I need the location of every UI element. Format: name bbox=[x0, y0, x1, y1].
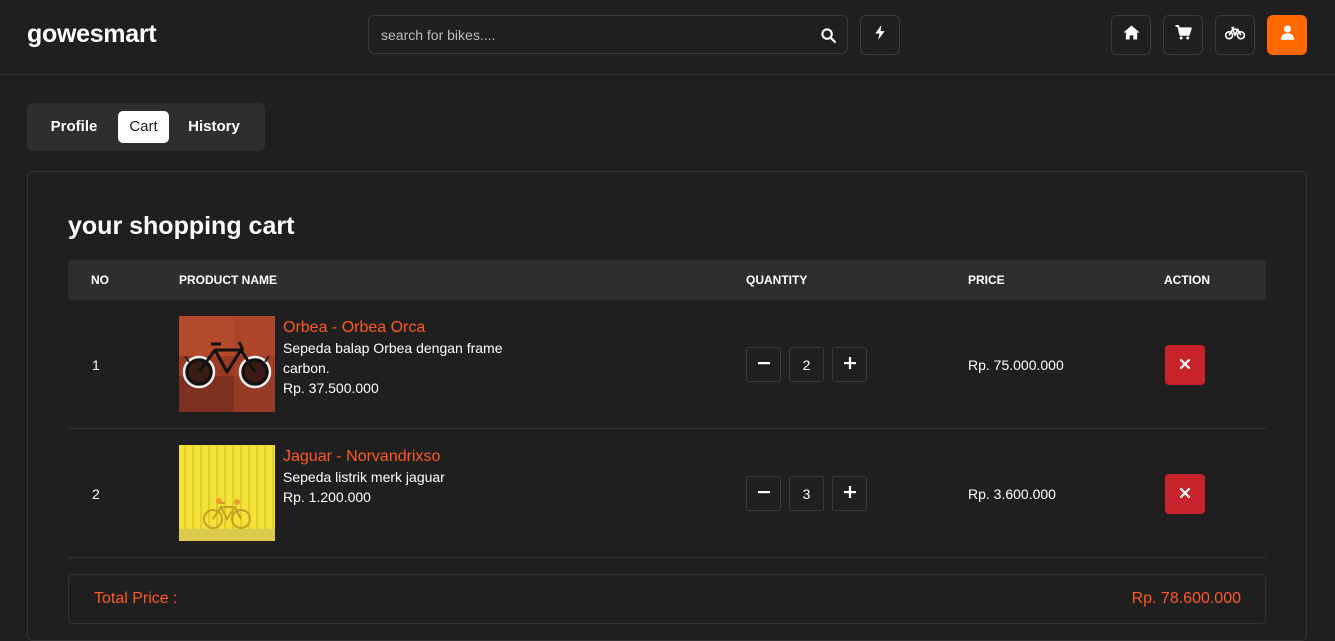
minus-icon bbox=[757, 356, 770, 374]
product-unit-price: Rp. 37.500.000 bbox=[283, 380, 379, 396]
quantity-input[interactable] bbox=[789, 476, 824, 511]
home-button[interactable] bbox=[1111, 15, 1151, 55]
plus-icon bbox=[843, 485, 856, 503]
search-icon[interactable] bbox=[817, 24, 839, 46]
flash-sale-button[interactable] bbox=[860, 15, 900, 55]
column-header-product: PRODUCT NAME bbox=[179, 273, 277, 287]
column-header-no: NO bbox=[91, 273, 109, 287]
row-price: Rp. 3.600.000 bbox=[968, 486, 1056, 502]
bolt-icon bbox=[874, 25, 886, 45]
tab-cart[interactable]: Cart bbox=[118, 111, 169, 143]
bike-icon bbox=[1224, 26, 1246, 45]
increase-quantity-button[interactable] bbox=[832, 347, 867, 382]
product-description: Sepeda listrik merk jaguar bbox=[283, 469, 445, 485]
quantity-input[interactable] bbox=[789, 347, 824, 382]
product-description: Sepeda balap Orbea dengan frame carbon. bbox=[283, 340, 503, 376]
product-name-link[interactable]: Orbea - Orbea Orca bbox=[283, 318, 533, 338]
tab-history[interactable]: History bbox=[182, 111, 246, 143]
user-icon bbox=[1280, 25, 1294, 45]
tab-profile[interactable]: Profile bbox=[43, 111, 105, 143]
account-tabs: Profile Cart History bbox=[27, 103, 265, 151]
cart-icon bbox=[1175, 25, 1192, 45]
product-info: Jaguar - Norvandrixso Sepeda listrik mer… bbox=[283, 447, 533, 507]
increase-quantity-button[interactable] bbox=[832, 476, 867, 511]
decrease-quantity-button[interactable] bbox=[746, 476, 781, 511]
product-info: Orbea - Orbea Orca Sepeda balap Orbea de… bbox=[283, 318, 533, 398]
cart-panel: your shopping cart NO PRODUCT NAME QUANT… bbox=[27, 171, 1307, 641]
bikes-button[interactable] bbox=[1215, 15, 1255, 55]
search-bar bbox=[368, 15, 848, 54]
table-header: NO PRODUCT NAME QUANTITY PRICE ACTION bbox=[68, 260, 1266, 300]
close-icon bbox=[1179, 356, 1191, 374]
column-header-quantity: QUANTITY bbox=[746, 273, 808, 287]
row-number: 2 bbox=[92, 486, 100, 502]
top-navbar: gowesmart bbox=[0, 0, 1335, 75]
column-header-action: ACTION bbox=[1164, 273, 1210, 287]
total-price-label: Total Price : bbox=[94, 590, 178, 607]
remove-item-button[interactable] bbox=[1165, 474, 1205, 514]
product-image[interactable] bbox=[179, 316, 275, 412]
remove-item-button[interactable] bbox=[1165, 345, 1205, 385]
minus-icon bbox=[757, 485, 770, 503]
row-price: Rp. 75.000.000 bbox=[968, 357, 1064, 373]
close-icon bbox=[1179, 485, 1191, 503]
row-number: 1 bbox=[92, 357, 100, 373]
table-row: 1 Orbea - Orbea Orca Sepeda balap Orbea … bbox=[68, 300, 1266, 429]
decrease-quantity-button[interactable] bbox=[746, 347, 781, 382]
page-title: your shopping cart bbox=[68, 212, 295, 240]
profile-button[interactable] bbox=[1267, 15, 1307, 55]
product-unit-price: Rp. 1.200.000 bbox=[283, 489, 371, 505]
brand-logo[interactable]: gowesmart bbox=[27, 20, 157, 49]
home-icon bbox=[1123, 25, 1140, 45]
plus-icon bbox=[843, 356, 856, 374]
table-row: 2 Jaguar - Norvandrixso Sepeda listrik m… bbox=[68, 429, 1266, 558]
product-name-link[interactable]: Jaguar - Norvandrixso bbox=[283, 447, 533, 467]
search-input[interactable] bbox=[381, 16, 801, 53]
total-price-value: Rp. 78.600.000 bbox=[1131, 590, 1241, 607]
cart-button[interactable] bbox=[1163, 15, 1203, 55]
product-image[interactable] bbox=[179, 445, 275, 541]
column-header-price: PRICE bbox=[968, 273, 1005, 287]
cart-total-bar: Total Price : Rp. 78.600.000 bbox=[68, 574, 1266, 624]
